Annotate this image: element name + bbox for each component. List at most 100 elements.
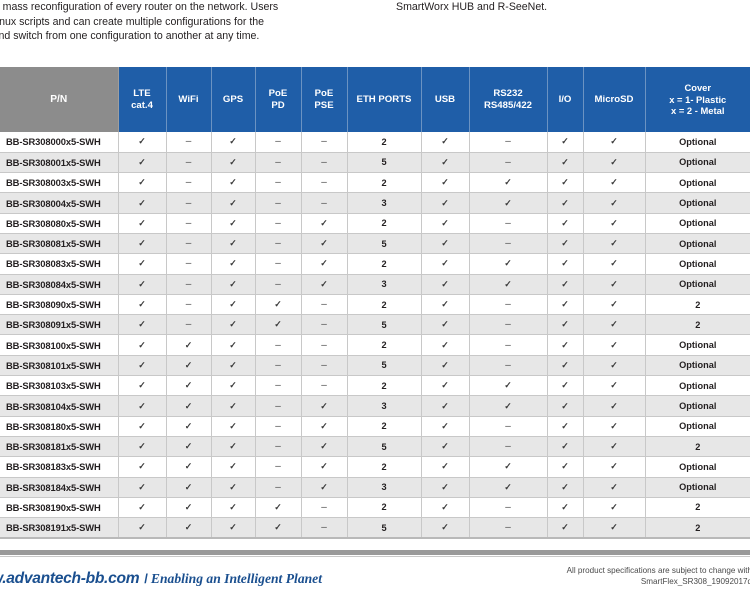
- brand-tagline: Enabling an Intelligent Planet: [150, 571, 322, 586]
- cell-usb: ✓: [420, 172, 469, 194]
- cell-wifi: ✓: [165, 375, 211, 397]
- cell-cover: Optional: [644, 477, 750, 498]
- col-header-pn-line1: P/N: [50, 93, 68, 105]
- cell-rs232: –: [468, 436, 547, 458]
- cell-lte: ✓: [117, 233, 166, 255]
- cell-usb: ✓: [420, 375, 469, 397]
- cell-pn: BB-SR308190x5-SWH: [0, 497, 118, 519]
- cell-pn: BB-SR308101x5-SWH: [0, 355, 118, 377]
- cell-wifi: ✓: [165, 355, 211, 377]
- cell-rs232: –: [468, 517, 547, 539]
- col-header-cover-line1: Cover: [684, 82, 712, 94]
- cell-io: ✓: [546, 233, 583, 255]
- cell-usb: ✓: [420, 497, 469, 519]
- brand-url[interactable]: w.advantech-bb.com: [0, 570, 140, 587]
- cell-cover: Optional: [644, 395, 750, 417]
- cell-poe-pse: ✓: [300, 233, 347, 255]
- cell-io: ✓: [546, 294, 583, 316]
- cell-wifi: –: [165, 253, 211, 275]
- cell-cover: Optional: [644, 355, 750, 377]
- table-row: BB-SR308090x5-SWH ✓ – ✓ ✓ –2 ✓ – ✓ ✓ 2: [0, 294, 750, 316]
- cell-eth: 2: [346, 172, 421, 194]
- cell-poe-pd: ✓: [254, 517, 301, 539]
- cell-pn: BB-SR308184x5-SWH: [0, 477, 118, 498]
- cell-poe-pd: –: [254, 355, 301, 377]
- cell-pn: BB-SR308000x5-SWH: [0, 132, 118, 153]
- cell-gps: ✓: [210, 416, 255, 437]
- table-header-row: P/N LTE cat.4 WiFi GPS PoE PD PoE PSE ET…: [0, 67, 750, 132]
- cell-lte: ✓: [117, 274, 166, 295]
- cell-gps: ✓: [210, 172, 255, 194]
- cell-poe-pd: –: [254, 395, 301, 417]
- cell-usb: ✓: [420, 152, 469, 174]
- intro-left-column: taneous mass reconfiguration of every ro…: [0, 0, 392, 44]
- cell-microsd: ✓: [582, 132, 645, 153]
- cell-eth: 3: [346, 395, 421, 417]
- cell-rs232: –: [468, 416, 547, 437]
- cell-microsd: ✓: [582, 477, 645, 498]
- cell-eth: 2: [346, 334, 421, 356]
- cell-io: ✓: [546, 497, 583, 519]
- cell-gps: ✓: [210, 274, 255, 295]
- cell-usb: ✓: [420, 395, 469, 417]
- cell-wifi: –: [165, 233, 211, 255]
- col-header-rs232-line1: RS232: [493, 87, 523, 99]
- table-row: BB-SR308091x5-SWH ✓ – ✓ ✓ –5 ✓ – ✓ ✓ 2: [0, 314, 750, 336]
- cell-microsd: ✓: [582, 436, 645, 458]
- col-header-cover-line2: x = 1- Plastic: [669, 93, 727, 105]
- cell-gps: ✓: [210, 456, 255, 478]
- table-row: BB-SR308103x5-SWH ✓ ✓ ✓ – –2 ✓ ✓ ✓ ✓ Optional: [0, 375, 750, 397]
- cell-poe-pse: ✓: [300, 477, 347, 498]
- intro-left-line-1: taneous mass reconfiguration of every ro…: [0, 1, 279, 13]
- cell-poe-pse: –: [300, 192, 347, 214]
- table-row: BB-SR308004x5-SWH ✓ – ✓ – –3 ✓ ✓ ✓ ✓ Optional: [0, 192, 750, 214]
- cell-cover: Optional: [644, 416, 750, 437]
- cell-poe-pse: ✓: [300, 274, 347, 295]
- cell-usb: ✓: [420, 132, 469, 153]
- cell-pn: BB-SR308104x5-SWH: [0, 395, 118, 417]
- cell-poe-pse: –: [300, 294, 347, 316]
- cell-gps: ✓: [210, 375, 255, 397]
- cell-usb: ✓: [420, 436, 469, 458]
- cell-io: ✓: [546, 314, 583, 336]
- cell-usb: ✓: [420, 416, 469, 437]
- cell-cover: Optional: [644, 192, 750, 214]
- cell-cover: 2: [644, 294, 750, 316]
- cell-gps: ✓: [210, 477, 255, 498]
- col-header-cover: Cover x = 1- Plastic x = 2 - Metal: [644, 67, 750, 132]
- cell-microsd: ✓: [582, 152, 645, 174]
- cell-wifi: ✓: [165, 436, 211, 458]
- cell-pn: BB-SR308181x5-SWH: [0, 436, 118, 458]
- cell-poe-pd: –: [254, 477, 301, 498]
- cell-cover: 2: [644, 497, 750, 519]
- cell-poe-pse: –: [300, 172, 347, 194]
- cell-pn: BB-SR308090x5-SWH: [0, 294, 118, 316]
- cell-poe-pse: ✓: [300, 456, 347, 478]
- cell-eth: 2: [346, 294, 421, 316]
- cell-poe-pd: –: [254, 334, 301, 356]
- cell-microsd: ✓: [582, 274, 645, 295]
- cell-lte: ✓: [117, 172, 166, 194]
- cell-lte: ✓: [117, 477, 166, 498]
- cell-gps: ✓: [210, 132, 255, 153]
- cell-cover: Optional: [644, 334, 750, 356]
- disclaimer-doc-id: SmartFlex_SR308_19092017d: [640, 576, 750, 586]
- cell-eth: 5: [346, 355, 421, 377]
- col-header-pn: P/N: [0, 67, 119, 132]
- cell-microsd: ✓: [582, 192, 645, 214]
- cell-lte: ✓: [117, 152, 166, 174]
- col-header-cover-line3: x = 2 - Metal: [671, 105, 725, 117]
- cell-usb: ✓: [420, 274, 469, 295]
- cell-usb: ✓: [420, 517, 469, 539]
- cell-lte: ✓: [117, 213, 166, 234]
- cell-eth: 5: [346, 233, 421, 255]
- cell-gps: ✓: [210, 152, 255, 174]
- cell-cover: Optional: [644, 132, 750, 153]
- cell-eth: 5: [346, 152, 421, 174]
- cell-poe-pd: –: [254, 152, 301, 174]
- cell-usb: ✓: [420, 294, 469, 316]
- cell-gps: ✓: [210, 334, 255, 356]
- cell-cover: Optional: [644, 253, 750, 275]
- col-header-io-line1: I/O: [558, 93, 572, 105]
- cell-io: ✓: [546, 152, 583, 174]
